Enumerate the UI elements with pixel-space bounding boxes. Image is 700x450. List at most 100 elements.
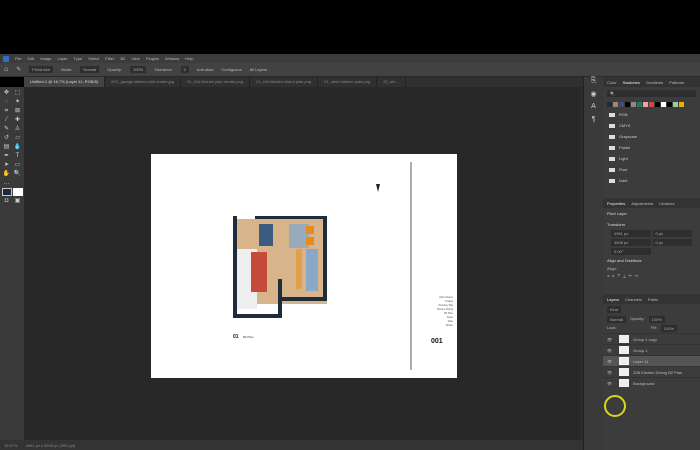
zoom-level[interactable]: 16.67% bbox=[4, 443, 18, 448]
layer-row[interactable]: 👁 Group 1 copy bbox=[603, 333, 700, 344]
tolerance-input[interactable]: 0 bbox=[180, 66, 189, 73]
swatch-folder[interactable]: Dark bbox=[603, 175, 700, 186]
magic-wand-tool-icon[interactable]: ✦ bbox=[13, 98, 23, 106]
align-buttons-icon[interactable]: ⫷⫸⊤⊥⊢⊣ bbox=[603, 271, 700, 280]
swatch[interactable] bbox=[637, 102, 642, 107]
pen-tool-icon[interactable]: ✒ bbox=[2, 152, 12, 160]
swatch-folder[interactable]: RGB bbox=[603, 109, 700, 120]
swatch[interactable] bbox=[631, 102, 636, 107]
hand-tool-icon[interactable]: ✋ bbox=[2, 170, 12, 178]
menu-select[interactable]: Select bbox=[88, 56, 99, 61]
blur-tool-icon[interactable]: 💧 bbox=[13, 143, 23, 151]
tool-preset-select[interactable]: Fixed size bbox=[29, 66, 54, 73]
swatch[interactable] bbox=[625, 102, 630, 107]
tab-channels[interactable]: Channels bbox=[625, 297, 642, 302]
menu-type[interactable]: Type bbox=[74, 56, 83, 61]
frame-tool-icon[interactable]: ⊠ bbox=[13, 107, 23, 115]
path-selection-icon[interactable]: ➤ bbox=[2, 161, 12, 169]
character-icon[interactable]: A bbox=[584, 103, 603, 116]
menu-plugins[interactable]: Plugins bbox=[146, 56, 159, 61]
swatch[interactable] bbox=[607, 102, 612, 107]
tab-document[interactable]: Untitled-1 @ 16.7% (Layer 11, RGB/8) bbox=[24, 77, 106, 87]
swatch[interactable] bbox=[679, 102, 684, 107]
layer-row[interactable]: 👁 Layer 11 bbox=[603, 355, 700, 366]
swatch[interactable] bbox=[661, 102, 666, 107]
tool-icon[interactable]: ✎ bbox=[16, 66, 21, 73]
height-input[interactable]: 3508 px bbox=[611, 239, 651, 246]
layer-row[interactable]: 👁 20B Kitchen Dining B2 Plan bbox=[603, 366, 700, 377]
menu-help[interactable]: Help bbox=[185, 56, 193, 61]
menu-layer[interactable]: Layer bbox=[57, 56, 67, 61]
crop-tool-icon[interactable]: ⌗ bbox=[2, 107, 12, 115]
align-heading[interactable]: Align and Distribute bbox=[603, 255, 700, 266]
x-input[interactable]: 0 px bbox=[652, 230, 692, 237]
healing-tool-icon[interactable]: ✚ bbox=[13, 116, 23, 124]
layer-filter-select[interactable]: Kind bbox=[607, 306, 622, 313]
tab-document[interactable]: 21_b2d kitchen island plan.png bbox=[250, 77, 319, 87]
tab-gradients[interactable]: Gradients bbox=[646, 80, 663, 85]
menu-3d[interactable]: 3D bbox=[120, 56, 125, 61]
home-icon[interactable]: ⌂ bbox=[4, 66, 8, 73]
shape-tool-icon[interactable]: ▭ bbox=[13, 161, 23, 169]
all-layers-checkbox[interactable]: All Layers bbox=[250, 67, 268, 72]
tab-document[interactable]: 21_other kitchen plan.png bbox=[318, 77, 378, 87]
lasso-tool-icon[interactable]: ◌ bbox=[2, 98, 12, 106]
history-icon[interactable]: ⎘ bbox=[584, 77, 603, 90]
swatch[interactable] bbox=[655, 102, 660, 107]
transform-heading[interactable]: Transform bbox=[603, 219, 700, 230]
swatch-folder[interactable]: Grayscale bbox=[603, 131, 700, 142]
swatch[interactable] bbox=[667, 102, 672, 107]
swatch[interactable] bbox=[613, 102, 618, 107]
layer-row[interactable]: 👁 Group 1 bbox=[603, 344, 700, 355]
anti-alias-checkbox[interactable]: Anti-alias bbox=[197, 67, 213, 72]
menu-image[interactable]: Image bbox=[40, 56, 51, 61]
layer-row[interactable]: 👁 Background bbox=[603, 377, 700, 388]
screen-mode-icon[interactable]: ▣ bbox=[13, 197, 23, 205]
mode-select[interactable]: Normal bbox=[80, 66, 100, 73]
more-tools-icon[interactable]: … bbox=[2, 179, 12, 187]
menu-view[interactable]: View bbox=[131, 56, 140, 61]
menu-filter[interactable]: Filter bbox=[105, 56, 114, 61]
y-input[interactable]: 0 px bbox=[652, 239, 692, 246]
swatch-folder[interactable]: CMYK bbox=[603, 120, 700, 131]
background-color-swatch[interactable] bbox=[12, 188, 23, 196]
eye-icon[interactable]: 👁 bbox=[607, 359, 615, 364]
history-brush-icon[interactable]: ↺ bbox=[2, 134, 12, 142]
brush-settings-icon[interactable]: ◉ bbox=[584, 90, 603, 103]
eye-icon[interactable]: 👁 bbox=[607, 370, 615, 375]
tab-layers[interactable]: Layers bbox=[607, 297, 619, 302]
menu-file[interactable]: File bbox=[15, 56, 21, 61]
swatch[interactable] bbox=[643, 102, 648, 107]
eye-icon[interactable]: 👁 bbox=[607, 348, 615, 353]
eye-icon[interactable]: 👁 bbox=[607, 337, 615, 342]
eyedropper-tool-icon[interactable]: ⁄ bbox=[2, 116, 12, 124]
tab-swatches[interactable]: Swatches bbox=[623, 80, 640, 85]
width-input[interactable]: 4961 px bbox=[611, 230, 651, 237]
tab-document[interactable]: 21_b2d kitchen plan render.png bbox=[181, 77, 250, 87]
fill-input[interactable]: 100% bbox=[660, 325, 678, 332]
tab-patterns[interactable]: Patterns bbox=[669, 80, 684, 85]
tab-properties[interactable]: Properties bbox=[607, 201, 625, 206]
angle-input[interactable]: 0.00° bbox=[611, 248, 651, 255]
swatch[interactable] bbox=[649, 102, 654, 107]
quick-mask-icon[interactable]: ◘ bbox=[2, 197, 12, 205]
document-canvas[interactable]: 01 B2 Plan Client Name Project Drawing Tit… bbox=[151, 154, 457, 378]
foreground-color-swatch[interactable] bbox=[1, 188, 12, 196]
layer-opacity-input[interactable]: 100% bbox=[648, 316, 665, 323]
eye-icon[interactable]: 👁 bbox=[607, 381, 615, 386]
swatch-folder[interactable]: Pastel bbox=[603, 142, 700, 153]
paragraph-icon[interactable]: ¶ bbox=[584, 116, 603, 129]
move-tool-icon[interactable]: ✥ bbox=[2, 89, 12, 97]
swatch-search-input[interactable]: 🔍 bbox=[607, 90, 696, 97]
swatch-folder[interactable]: Pure bbox=[603, 164, 700, 175]
swatch[interactable] bbox=[619, 102, 624, 107]
zoom-tool-icon[interactable]: 🔍 bbox=[13, 170, 23, 178]
blend-mode-select[interactable]: Normal bbox=[607, 316, 626, 323]
type-tool-icon[interactable]: T bbox=[13, 152, 23, 160]
tab-adjustments[interactable]: Adjustments bbox=[631, 201, 653, 206]
gradient-tool-icon[interactable]: ▤ bbox=[2, 143, 12, 151]
brush-tool-icon[interactable]: ✎ bbox=[2, 125, 12, 133]
menu-edit[interactable]: Edit bbox=[27, 56, 34, 61]
swatch-folder[interactable]: Light bbox=[603, 153, 700, 164]
opacity-input[interactable]: 100% bbox=[129, 66, 147, 73]
